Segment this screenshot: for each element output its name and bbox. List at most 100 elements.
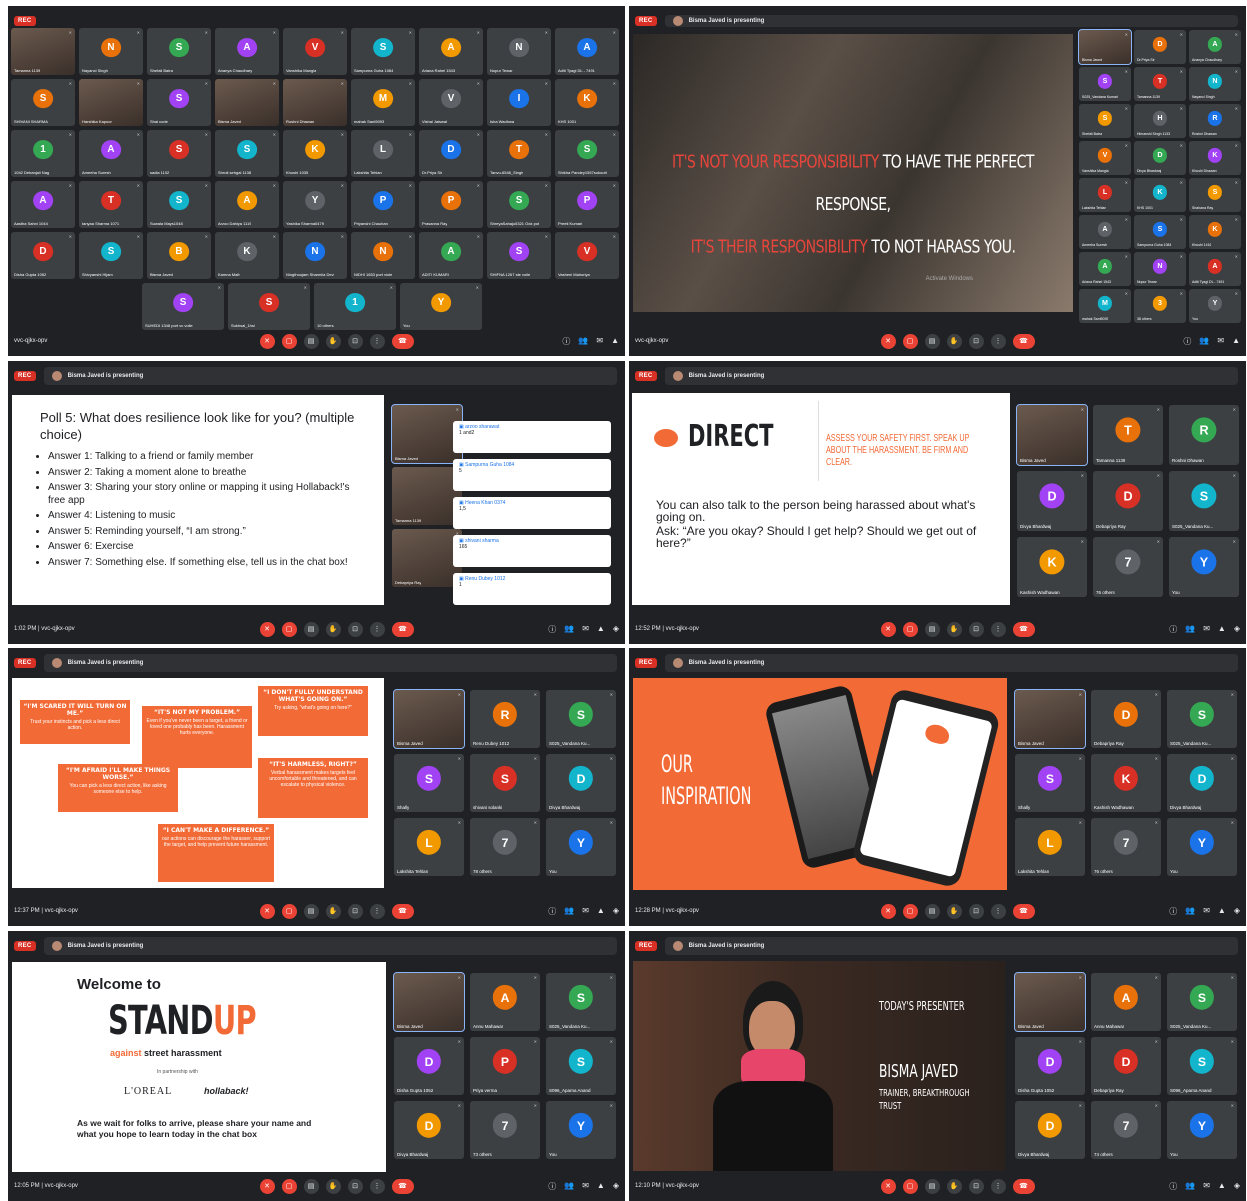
participant-tile[interactable]: A ✕ Ananya Chaudhary — [1189, 30, 1241, 64]
participant-tile[interactable]: K ✕ KHS 1001 — [1134, 178, 1186, 212]
captions-icon[interactable]: ▤ — [303, 903, 319, 919]
participant-tile[interactable]: Y ✕ You — [1169, 537, 1239, 597]
participant-tile[interactable]: S ✕ S025_Vandana Ku... — [546, 973, 616, 1031]
security-icon[interactable]: ◈ — [613, 1181, 619, 1192]
participant-tile[interactable]: P ✕ Priyanshi Chauhan — [351, 181, 415, 228]
participant-tile[interactable]: A ✕ Arzoo Dahiya 1119 — [215, 181, 279, 228]
end-call-button[interactable]: ☎ — [1012, 621, 1035, 637]
participant-tile[interactable]: S ✕ Sampurna Guha 1084 — [351, 28, 415, 75]
end-call-button[interactable]: ☎ — [391, 903, 414, 919]
participant-tile[interactable]: S ✕ Shruti sehgal 1138 — [215, 130, 279, 177]
participant-tile[interactable]: S ✕ Shally — [394, 754, 464, 812]
end-call-button[interactable]: ☎ — [391, 1178, 414, 1194]
participant-tile[interactable]: D ✕ Divya Bhardwaj — [1167, 754, 1237, 812]
chat-icon[interactable]: ✉ — [596, 336, 603, 347]
people-icon[interactable]: 👥 — [578, 336, 588, 347]
more-icon[interactable]: ⋮ — [990, 1178, 1006, 1194]
hand-icon[interactable]: ✋ — [325, 621, 341, 637]
participant-tile[interactable]: D ✕ Divya Bhardwaj — [546, 754, 616, 812]
participant-tile[interactable]: D ✕ Divya Bhardwaj — [1134, 141, 1186, 175]
participant-tile[interactable]: V ✕ Vanshika Mangla — [1079, 141, 1131, 175]
participant-tile[interactable]: D ✕ Dr.Priya Sir — [419, 130, 483, 177]
participant-tile[interactable]: Y ✕ You — [1167, 1101, 1237, 1159]
participant-tile[interactable]: ✕ Harshika Kapoor — [79, 79, 143, 126]
participant-tile[interactable]: ✕ Bisma Javed — [215, 79, 279, 126]
present-icon[interactable]: ⊡ — [347, 333, 363, 349]
participant-tile[interactable]: P ✕ Priya verma — [470, 1037, 540, 1095]
participant-tile[interactable]: P ✕ Preeti Kumari — [555, 181, 619, 228]
participant-tile[interactable]: S ✕ Shally — [1015, 754, 1085, 812]
participant-tile[interactable]: 1 ✕ 1042 Debanjali Nag — [11, 130, 75, 177]
participant-tile[interactable]: ✕ Bisma Javed — [391, 404, 463, 464]
mic-off-icon[interactable]: ✕ — [880, 333, 896, 349]
participant-tile[interactable]: S ✕ sadia 1102 — [147, 130, 211, 177]
end-call-button[interactable]: ☎ — [391, 333, 414, 349]
chat-icon[interactable]: ✉ — [582, 624, 589, 635]
participant-tile[interactable]: N ✕ Nupur Tewar — [1134, 252, 1186, 286]
participant-tile[interactable]: K ✕ Khushi 1416 — [1189, 215, 1241, 249]
mic-off-icon[interactable]: ✕ — [259, 333, 275, 349]
cam-off-icon[interactable]: ▢ — [902, 903, 918, 919]
activities-icon[interactable]: ▲ — [611, 336, 619, 347]
info-icon[interactable]: ⓘ — [548, 1181, 556, 1192]
activities-icon[interactable]: ▲ — [1218, 1181, 1226, 1192]
participant-tile[interactable]: S ✕ S096_Aparna Anand — [546, 1037, 616, 1095]
participant-tile[interactable]: D ✕ Debapriya Ray — [1091, 1037, 1161, 1095]
participant-tile[interactable]: ✕ Bisma Javed — [1014, 972, 1086, 1032]
present-icon[interactable]: ⊡ — [347, 1178, 363, 1194]
hand-icon[interactable]: ✋ — [325, 333, 341, 349]
end-call-button[interactable]: ☎ — [391, 621, 414, 637]
participant-tile[interactable]: K ✕ KHS 1001 — [555, 79, 619, 126]
participant-tile[interactable]: D ✕ Divya Bhardwaj — [1017, 471, 1087, 531]
cam-off-icon[interactable]: ▢ — [281, 621, 297, 637]
participant-tile[interactable]: A ✕ Aditi Tyagi DL - 7491 — [1189, 252, 1241, 286]
participant-tile[interactable]: S ✕ SHIFNA 1267 ste voile — [487, 232, 551, 279]
participant-tile[interactable]: S ✕ Suwala Mays1048 — [147, 181, 211, 228]
people-icon[interactable]: 👥 — [1199, 336, 1209, 347]
participant-tile[interactable]: ✕Tamanna 1139 — [392, 467, 462, 525]
present-icon[interactable]: ⊡ — [347, 621, 363, 637]
participant-tile[interactable]: Y ✕ You — [1189, 289, 1241, 323]
participant-tile[interactable]: D ✕ Dr.Priya Sir — [1134, 30, 1186, 64]
more-icon[interactable]: ⋮ — [369, 1178, 385, 1194]
participant-tile[interactable]: S ✕ SHIVANI SHARMA — [11, 79, 75, 126]
participant-tile[interactable]: P ✕ Prasanna Ray — [419, 181, 483, 228]
cam-off-icon[interactable]: ▢ — [902, 621, 918, 637]
hand-icon[interactable]: ✋ — [325, 903, 341, 919]
participant-tile[interactable]: ✕ Debapriya Ray — [392, 529, 462, 587]
activities-icon[interactable]: ▲ — [597, 1181, 605, 1192]
participant-tile[interactable]: I ✕ Isha Wadhwa — [487, 79, 551, 126]
participant-tile[interactable]: S ✕ Shai code — [147, 79, 211, 126]
activities-icon[interactable]: ▲ — [1218, 624, 1226, 635]
hand-icon[interactable]: ✋ — [946, 903, 962, 919]
captions-icon[interactable]: ▤ — [303, 333, 319, 349]
participant-tile[interactable]: ✕ Bisma Javed — [1078, 29, 1132, 65]
info-icon[interactable]: ⓘ — [562, 336, 570, 347]
captions-icon[interactable]: ▤ — [924, 1178, 940, 1194]
chat-icon[interactable]: ✉ — [582, 1181, 589, 1192]
captions-icon[interactable]: ▤ — [924, 333, 940, 349]
participant-tile[interactable]: D ✕ Disha Gupta 1052 — [1015, 1037, 1085, 1095]
participant-tile[interactable]: Y ✕ Yashika Sharma0479 — [283, 181, 347, 228]
more-icon[interactable]: ⋮ — [369, 333, 385, 349]
present-icon[interactable]: ⊡ — [968, 333, 984, 349]
more-icon[interactable]: ⋮ — [369, 621, 385, 637]
info-icon[interactable]: ⓘ — [1169, 624, 1177, 635]
info-icon[interactable]: ⓘ — [1169, 906, 1177, 917]
present-icon[interactable]: ⊡ — [968, 903, 984, 919]
info-icon[interactable]: ⓘ — [1183, 336, 1191, 347]
info-icon[interactable]: ⓘ — [548, 624, 556, 635]
people-icon[interactable]: 👥 — [564, 906, 574, 917]
mic-off-icon[interactable]: ✕ — [880, 1178, 896, 1194]
chat-icon[interactable]: ✉ — [582, 906, 589, 917]
participant-tile[interactable]: M ✕ mahak Sant5093 — [351, 79, 415, 126]
participant-tile[interactable]: 7 ✕ 73 others — [470, 1101, 540, 1159]
participant-tile[interactable]: ✕ Bisma Javed — [1016, 404, 1088, 466]
people-icon[interactable]: 👥 — [1185, 906, 1195, 917]
participant-tile[interactable]: S ✕ ShreyaSahaju5321 Odz pot — [487, 181, 551, 228]
more-icon[interactable]: ⋮ — [369, 903, 385, 919]
participant-tile[interactable]: R ✕ Roshni Dhawan — [1169, 405, 1239, 465]
participant-tile[interactable]: L ✕ Lakshita Tehlan — [394, 818, 464, 876]
participant-tile[interactable]: D ✕ Debapriya Ray — [1091, 690, 1161, 748]
participant-tile[interactable]: 7 ✕ 78 others — [470, 818, 540, 876]
